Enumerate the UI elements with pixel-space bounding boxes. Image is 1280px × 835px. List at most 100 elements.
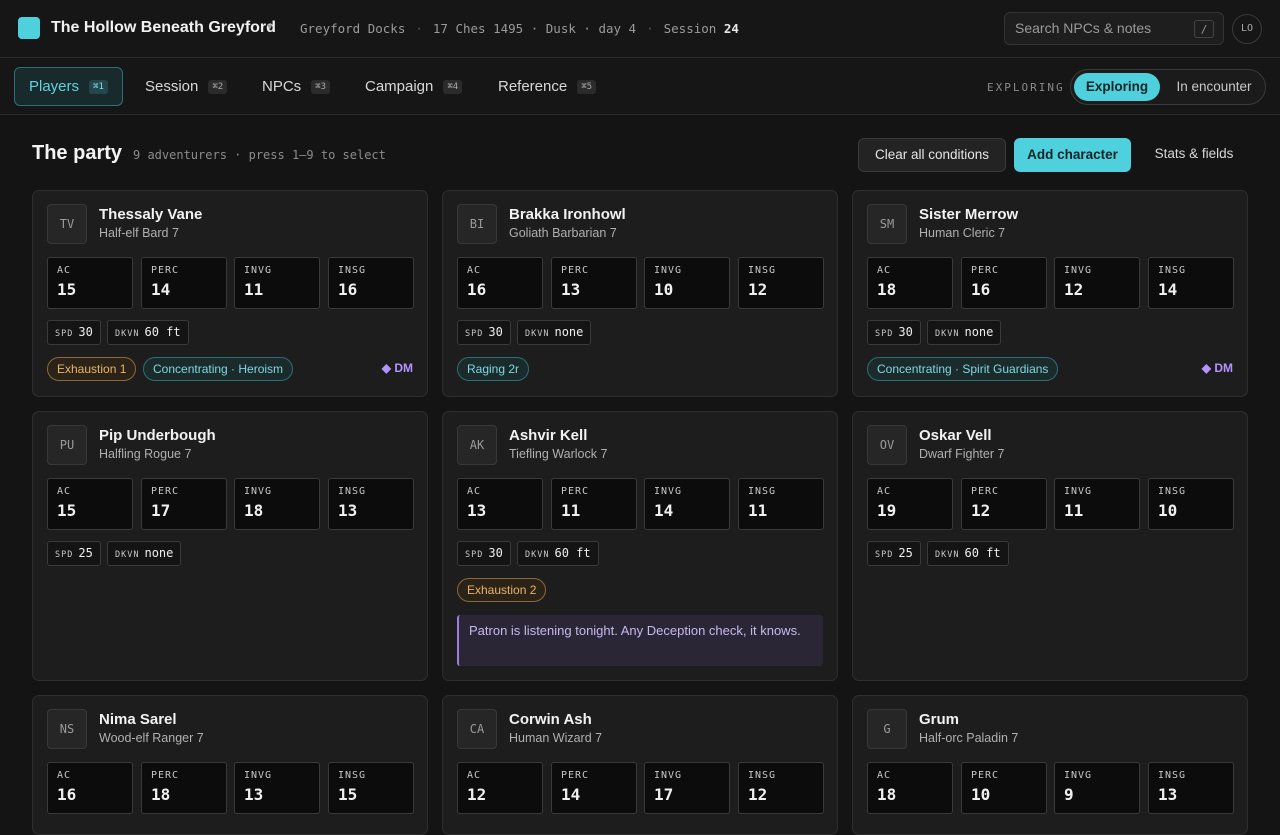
character-card[interactable]: PU Pip Underbough Halfling Rogue 7 AC 15 PERC… — [32, 411, 428, 681]
dm-marker[interactable]: ◆ DM — [1202, 361, 1233, 375]
stat-label: AC — [57, 486, 72, 497]
date-time-label: 17 Ches 1495 · Dusk · day 4 — [432, 21, 637, 36]
stat-investigation: INVG 14 — [644, 478, 730, 530]
tab-shortcut: ⌘5 — [577, 79, 597, 94]
clear-conditions-button[interactable]: Clear all conditions — [858, 138, 1006, 172]
character-card[interactable]: AK Ashvir Kell Tiefling Warlock 7 AC 13 PERC 1… — [442, 411, 838, 681]
darkvision-value: 60 ft — [964, 546, 1001, 560]
stat-label: PERC — [971, 486, 1000, 497]
stat-insight: INSG 13 — [1148, 762, 1234, 814]
stat-label: AC — [467, 770, 482, 781]
stat-value: 16 — [971, 280, 991, 299]
session-meta: Greyford Docks · 17 Ches 1495 · Dusk · day… — [300, 21, 739, 36]
character-name: Sister Merrow — [919, 206, 1019, 223]
location-label: Greyford Docks — [300, 21, 406, 36]
speed-label: SPD — [55, 550, 74, 560]
darkvision-label: DKVN — [935, 550, 960, 560]
stats-fields-button[interactable]: Stats & fields — [1139, 138, 1249, 172]
condition-tag[interactable]: Concentrating · Heroism — [143, 357, 294, 381]
stat-value: 10 — [1158, 501, 1178, 520]
stat-label: AC — [57, 770, 72, 781]
stat-value: 13 — [1158, 785, 1178, 804]
stat-value: 13 — [338, 501, 358, 520]
stat-ac: AC 15 — [47, 257, 133, 309]
tab-reference[interactable]: Reference ⌘5 — [484, 67, 610, 106]
stat-investigation: INVG 11 — [1054, 478, 1140, 530]
stat-ac: AC 13 — [457, 478, 543, 530]
session-number: 24 — [723, 21, 739, 36]
mode-exploring-button[interactable]: Exploring — [1074, 73, 1160, 101]
search-shortcut-hint: / — [1194, 20, 1214, 38]
stat-value: 16 — [57, 785, 77, 804]
stat-label: INSG — [1158, 770, 1187, 781]
character-class: Human Wizard 7 — [509, 731, 603, 745]
character-avatar: G — [867, 709, 907, 749]
stat-label: PERC — [151, 265, 180, 276]
stat-label: PERC — [561, 265, 590, 276]
stat-ac: AC 18 — [867, 762, 953, 814]
stat-label: INVG — [654, 486, 683, 497]
stat-insight: INSG 12 — [738, 762, 824, 814]
stat-value: 13 — [561, 280, 581, 299]
stat-insight: INSG 11 — [738, 478, 824, 530]
stat-label: AC — [467, 486, 482, 497]
search-input[interactable] — [1015, 20, 1185, 36]
mode-status-label: EXPLORING — [987, 81, 1065, 94]
stat-label: INVG — [244, 265, 273, 276]
darkvision-value: 60 ft — [554, 546, 591, 560]
stat-value: 14 — [561, 785, 581, 804]
stat-value: 12 — [748, 785, 768, 804]
speed-value: 25 — [898, 546, 913, 560]
dm-marker[interactable]: ◆ DM — [382, 361, 413, 375]
stat-label: INVG — [244, 486, 273, 497]
chevron-down-icon[interactable]: ▾ — [267, 20, 273, 33]
stat-label: INSG — [748, 265, 777, 276]
character-name: Ashvir Kell — [509, 427, 588, 444]
character-class: Dwarf Fighter 7 — [919, 447, 1005, 461]
character-card[interactable]: TV Thessaly Vane Half-elf Bard 7 AC 15 PERC 14… — [32, 190, 428, 397]
stat-label: AC — [877, 265, 892, 276]
stat-investigation: INVG 9 — [1054, 762, 1140, 814]
speed-chip: SPD 30 — [867, 320, 921, 345]
stat-label: PERC — [151, 486, 180, 497]
character-card[interactable]: CA Corwin Ash Human Wizard 7 AC 12 PERC 14 INVG… — [442, 695, 838, 835]
mode-encounter-button[interactable]: In encounter — [1167, 73, 1261, 101]
character-class: Half-elf Bard 7 — [99, 226, 179, 240]
darkvision-label: DKVN — [525, 329, 550, 339]
search-box[interactable]: / — [1004, 12, 1224, 45]
darkvision-value: none — [964, 325, 994, 339]
stat-insight: INSG 13 — [328, 478, 414, 530]
speed-chip: SPD 30 — [457, 541, 511, 566]
character-avatar: OV — [867, 425, 907, 465]
character-card[interactable]: BI Brakka Ironhowl Goliath Barbarian 7 AC 16… — [442, 190, 838, 397]
character-card[interactable]: OV Oskar Vell Dwarf Fighter 7 AC 19 PERC 12 INV… — [852, 411, 1248, 681]
tab-players[interactable]: Players ⌘1 — [14, 67, 123, 106]
stat-ac: AC 18 — [867, 257, 953, 309]
exhaustion-tag[interactable]: Exhaustion 1 — [47, 357, 137, 381]
user-avatar[interactable]: LO — [1232, 14, 1262, 44]
character-card[interactable]: SM Sister Merrow Human Cleric 7 AC 18 PERC 16 I… — [852, 190, 1248, 397]
stat-label: PERC — [151, 770, 180, 781]
speed-chip: SPD 30 — [457, 320, 511, 345]
stat-investigation: INVG 18 — [234, 478, 320, 530]
condition-tag[interactable]: Concentrating · Spirit Guardians — [867, 357, 1059, 381]
tab-campaign[interactable]: Campaign ⌘4 — [351, 67, 476, 106]
character-card[interactable]: NS Nima Sarel Wood-elf Ranger 7 AC 16 PERC 18 I… — [32, 695, 428, 835]
stat-value: 17 — [151, 501, 171, 520]
app-logo-icon[interactable] — [18, 17, 40, 39]
condition-tag[interactable]: Raging 2r — [457, 357, 530, 381]
campaign-title[interactable]: The Hollow Beneath Greyford — [51, 19, 276, 37]
stat-label: AC — [877, 486, 892, 497]
tab-shortcut: ⌘3 — [311, 79, 331, 94]
character-card[interactable]: G Grum Half-orc Paladin 7 AC 18 PERC 10 INVG 9 IN… — [852, 695, 1248, 835]
darkvision-chip: DKVN none — [517, 320, 592, 345]
stat-value: 12 — [467, 785, 487, 804]
tab-session[interactable]: Session ⌘2 — [131, 67, 241, 106]
tab-npcs[interactable]: NPCs ⌘3 — [248, 67, 344, 106]
exhaustion-tag[interactable]: Exhaustion 2 — [457, 578, 547, 602]
stat-value: 15 — [338, 785, 358, 804]
tab-label: Players — [29, 78, 80, 95]
stat-insight: INSG 16 — [328, 257, 414, 309]
character-name: Nima Sarel — [99, 711, 177, 728]
add-character-button[interactable]: Add character — [1014, 138, 1131, 172]
